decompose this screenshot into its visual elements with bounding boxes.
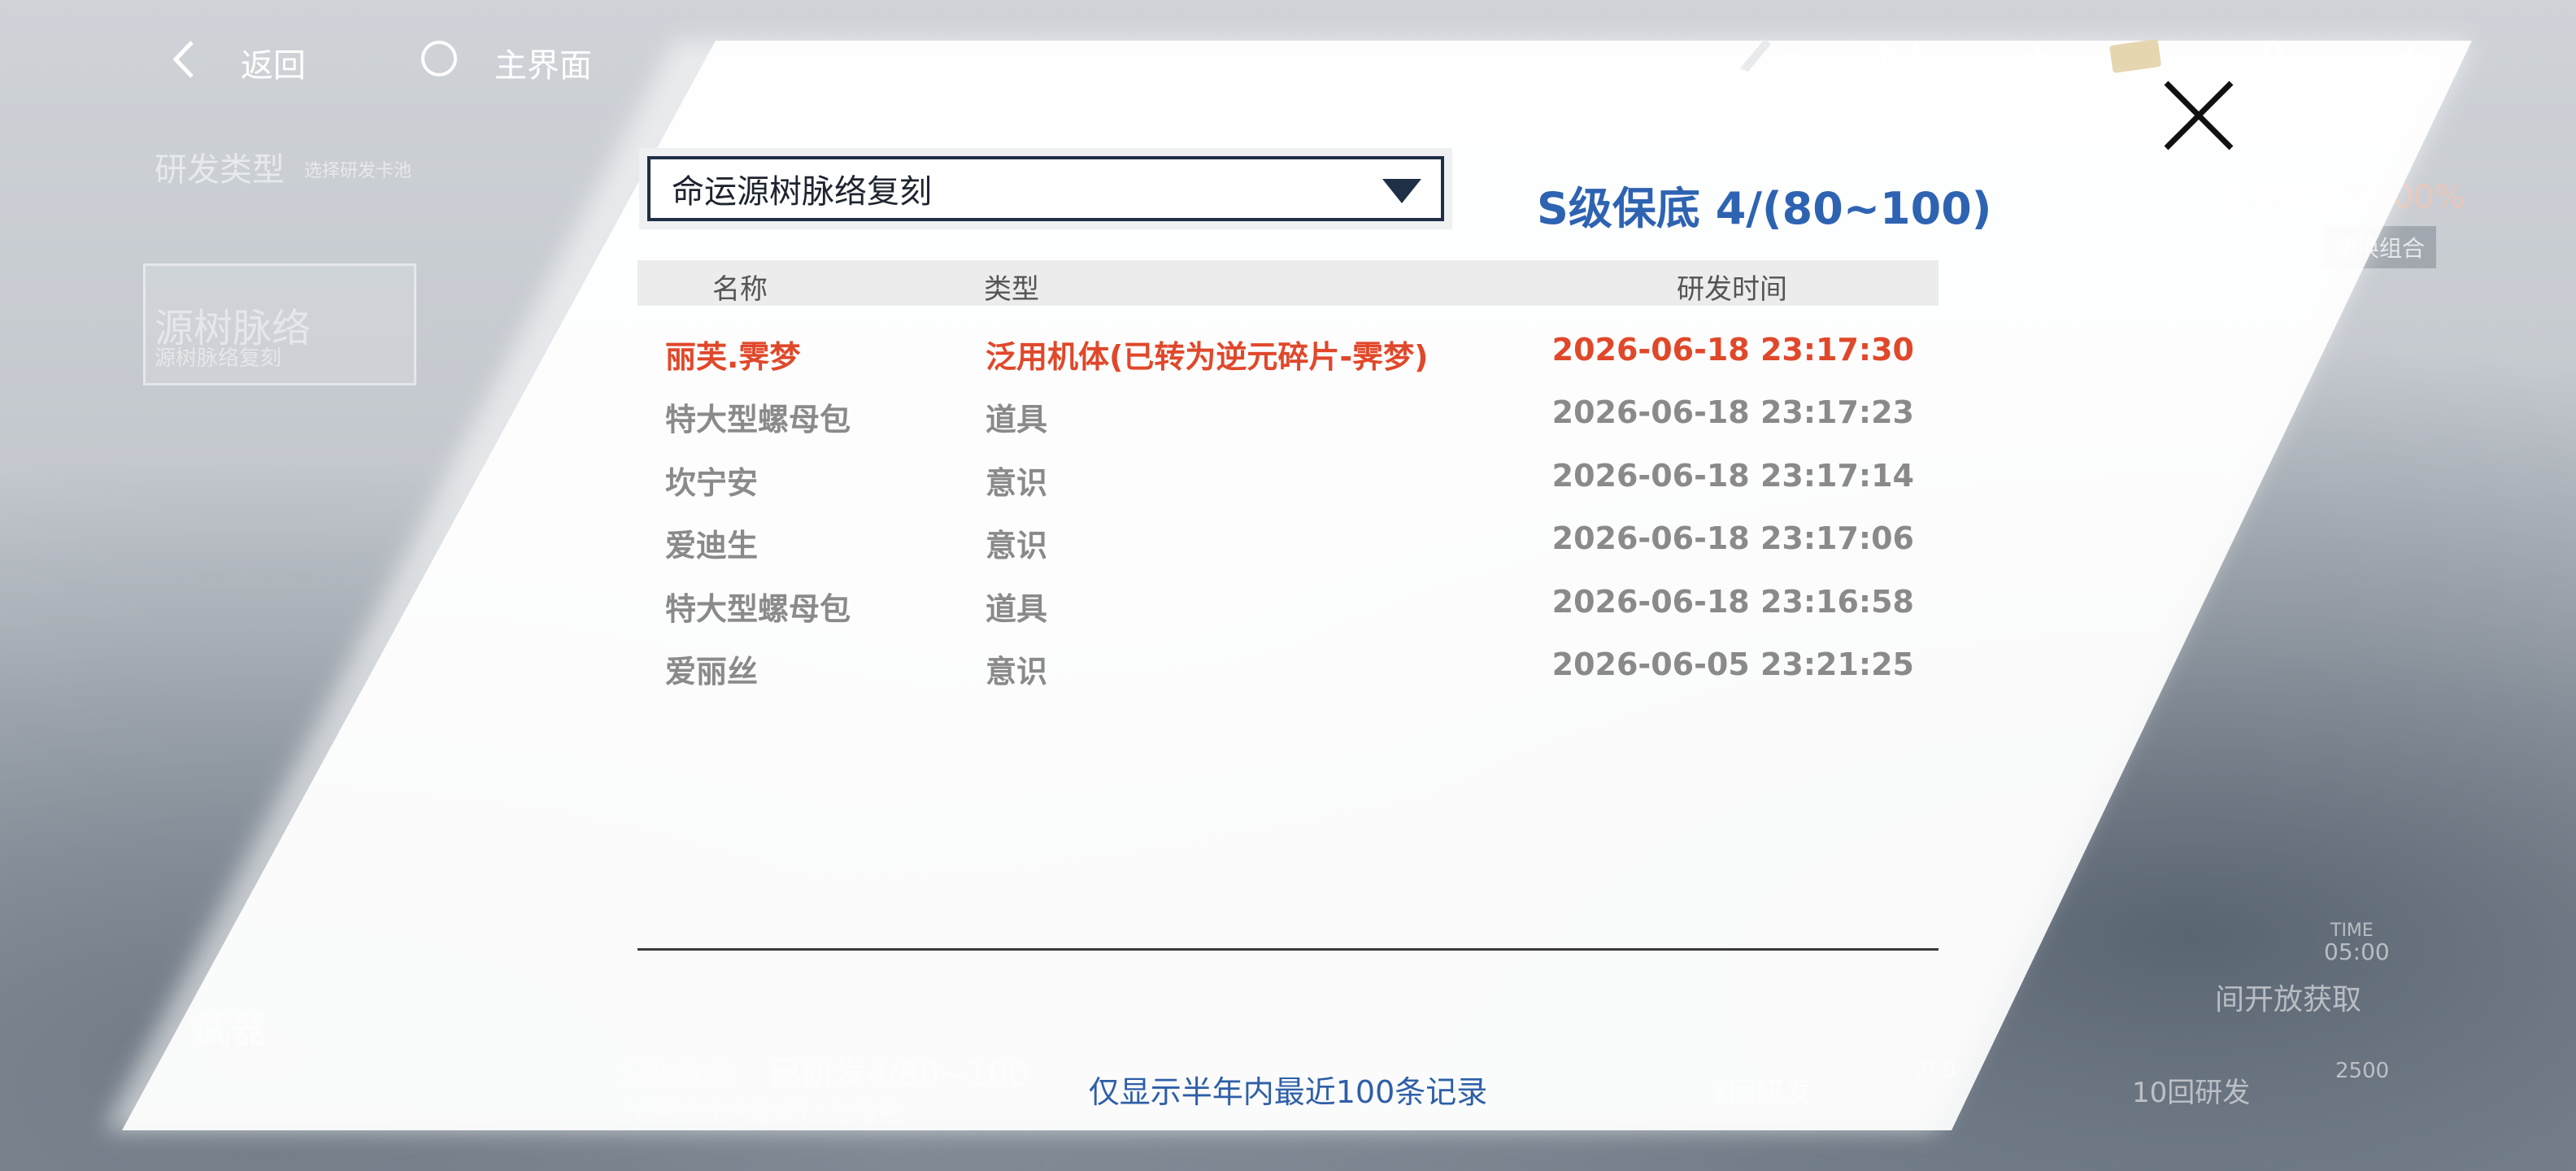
record-limit-note: 仅显示半年内最近100条记录 xyxy=(1088,1074,1488,1110)
cell-name: 爱丽丝 xyxy=(665,654,759,690)
home-circle-icon[interactable] xyxy=(420,39,459,78)
cell-name: 坎宁安 xyxy=(665,465,759,501)
table-row: 丽芙.霁梦 泛用机体(已转为逆元碎片-霁梦) 2026-06-18 23:17:30 xyxy=(637,324,1939,381)
column-header-type: 类型 xyxy=(984,273,1039,306)
cell-name: 丽芙.霁梦 xyxy=(665,339,801,375)
table-row: 特大型螺母包 道具 2026-06-18 23:16:58 xyxy=(637,576,1939,633)
pool-select-dropdown[interactable]: 命运源树脉络复刻 xyxy=(647,156,1444,221)
column-header-name: 名称 xyxy=(712,273,768,306)
cell-time: 2026-06-18 23:16:58 xyxy=(1551,584,1914,620)
cell-name: 特大型螺母包 xyxy=(665,402,851,437)
close-icon[interactable] xyxy=(2160,76,2238,155)
table-row: 爱迪生 意识 2026-06-18 23:17:06 xyxy=(637,512,1939,569)
cell-type: 道具 xyxy=(986,402,1048,437)
cell-time: 2026-06-18 23:17:30 xyxy=(1551,332,1914,368)
home-button[interactable]: 主界面 xyxy=(494,39,592,86)
pool-select-value: 命运源树脉络复刻 xyxy=(672,173,932,211)
cell-time: 2026-06-18 23:17:06 xyxy=(1551,520,1914,556)
history-table-header: 名称 类型 研发时间 xyxy=(637,260,1939,306)
bg-banner-sub: 源树脉络复刻 xyxy=(154,346,282,371)
currency1-icon xyxy=(1732,31,1805,76)
cell-time: 2026-06-18 23:17:14 xyxy=(1551,458,1914,494)
cell-time: 2026-06-05 23:21:25 xyxy=(1551,646,1914,682)
column-header-time: 研发时间 xyxy=(1677,273,1787,306)
bg-section-sub: 选择研发卡池 xyxy=(304,161,412,181)
currency1-add-icon[interactable] xyxy=(2021,41,2054,73)
back-button[interactable]: 返回 xyxy=(241,39,306,86)
cell-time: 2026-06-18 23:17:23 xyxy=(1551,394,1914,430)
cell-type: 道具 xyxy=(986,591,1048,627)
currency1-value: 62 xyxy=(1878,34,1922,74)
currency2-icon xyxy=(2106,36,2165,75)
back-arrow-icon[interactable] xyxy=(168,39,200,80)
bg-section-title: 研发类型 xyxy=(154,151,285,189)
table-row: 特大型螺母包 道具 2026-06-18 23:17:23 xyxy=(637,386,1939,443)
cell-type: 意识 xyxy=(986,654,1048,690)
cell-name: 特大型螺母包 xyxy=(665,591,851,627)
pity-counter: S级保底 4/(80~100) xyxy=(1537,183,1992,234)
cell-type: 意识 xyxy=(986,528,1048,564)
cell-type: 泛用机体(已转为逆元碎片-霁梦) xyxy=(986,339,1429,375)
close-button[interactable] xyxy=(2160,76,2238,158)
bg-switch-button: 切换组合 xyxy=(2322,226,2437,268)
caret-down-icon[interactable] xyxy=(1382,179,1421,207)
currency2-add-icon[interactable] xyxy=(2394,41,2426,73)
table-bottom-divider xyxy=(637,948,1939,951)
bg-weapon-label: 武器 xyxy=(194,1008,268,1051)
cell-type: 意识 xyxy=(986,465,1048,501)
table-row: 坎宁安 意识 2026-06-18 23:17:14 xyxy=(637,450,1939,507)
table-row: 爱丽丝 意识 2026-06-05 23:21:25 xyxy=(637,638,1939,695)
bg-rate-text: 占S级出率100% xyxy=(2221,179,2465,216)
cell-name: 爱迪生 xyxy=(665,528,759,564)
bg-time-value: 05:00 xyxy=(2324,938,2390,965)
currency2-value: 0 xyxy=(2262,34,2284,74)
bg-open-text: 间开放获取 xyxy=(2215,983,2362,1016)
